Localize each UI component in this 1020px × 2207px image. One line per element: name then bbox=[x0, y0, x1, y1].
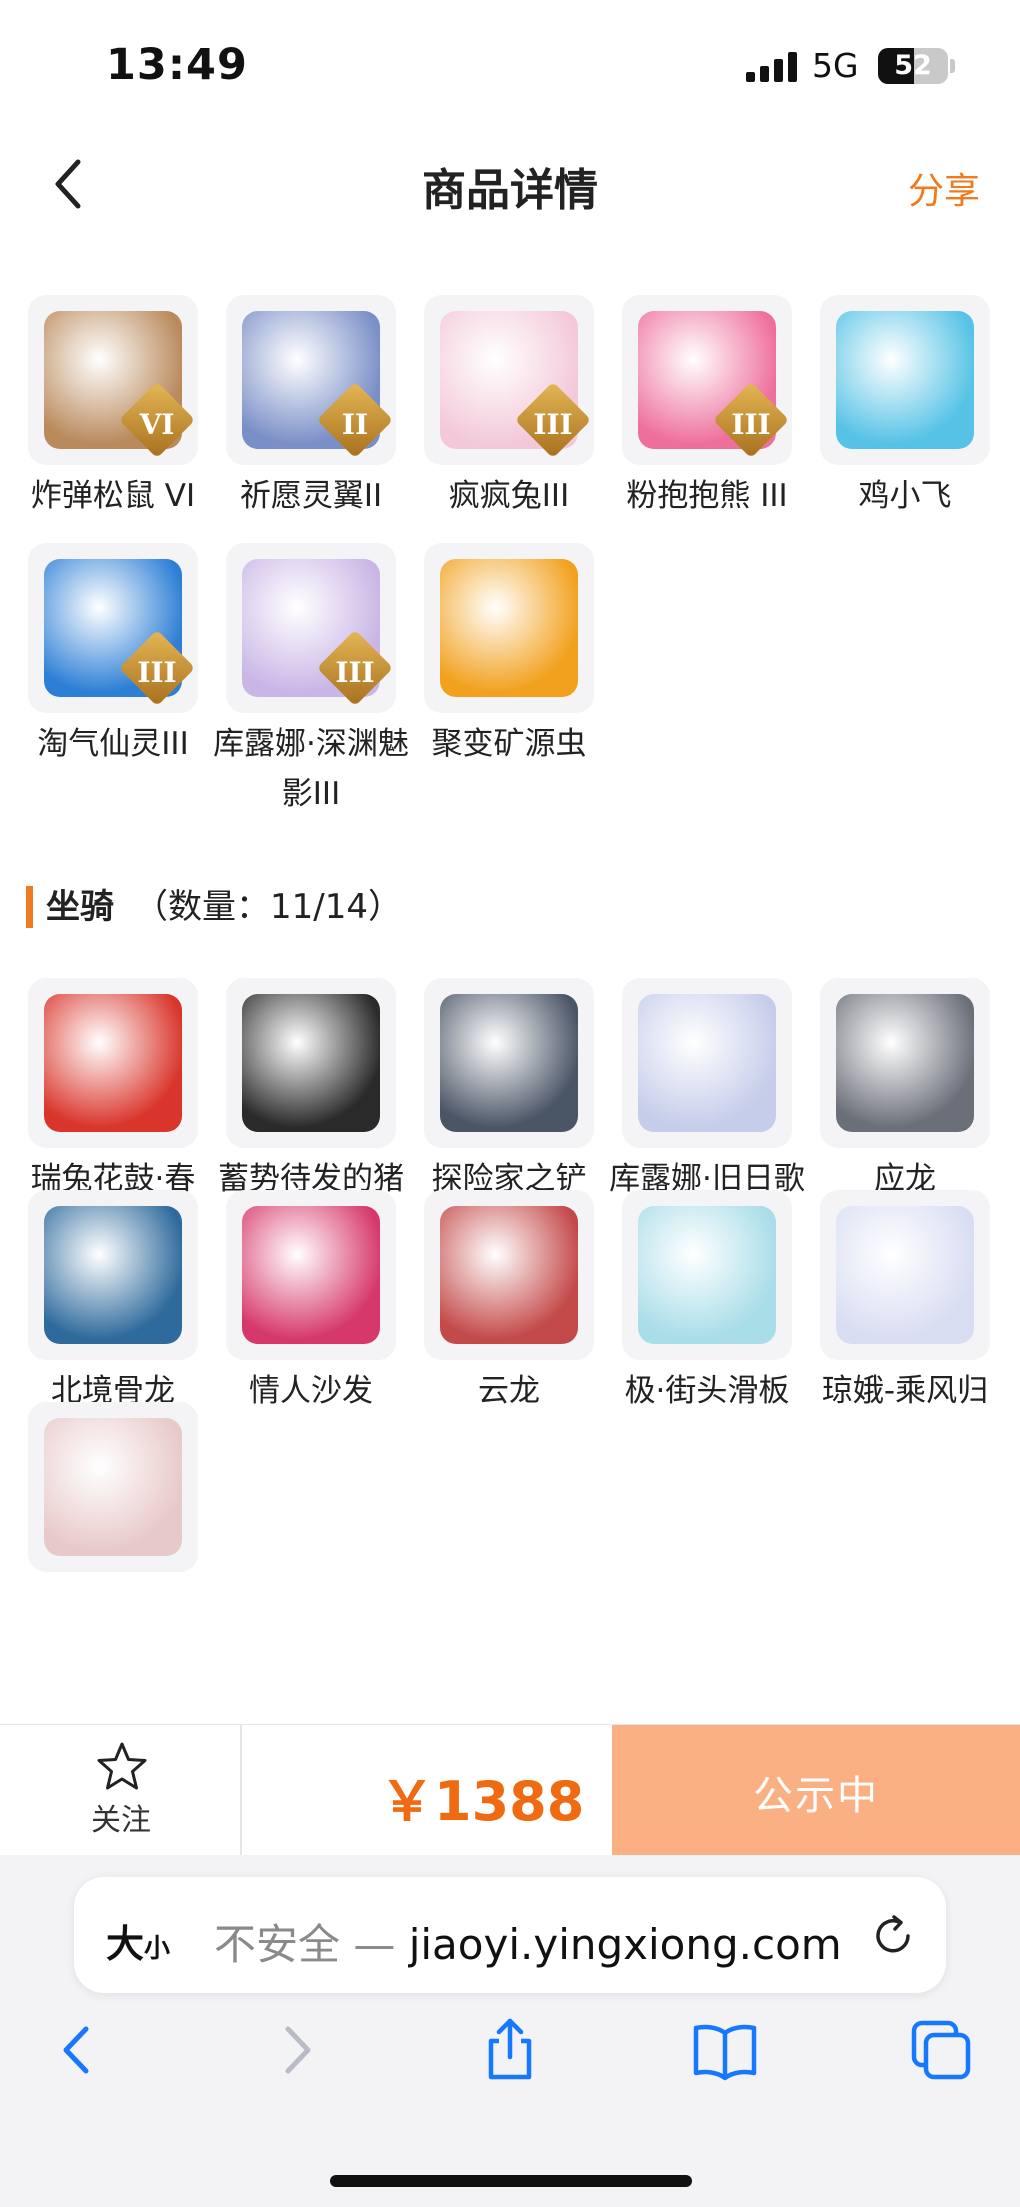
star-icon bbox=[97, 1742, 147, 1790]
item-name: 炸弹松鼠 VI bbox=[30, 478, 196, 514]
insecure-label: 不安全 — bbox=[214, 1920, 409, 1969]
text-size-small: 小 bbox=[144, 1934, 171, 1964]
browser-chrome: 大小 不安全 — jiaoyi.yingxiong.com bbox=[0, 1855, 1020, 2207]
battery-icon: 52 bbox=[878, 48, 948, 84]
url-bar[interactable]: 大小 不安全 — jiaoyi.yingxiong.com bbox=[74, 1877, 946, 1993]
pets-grid: VI 炸弹松鼠 VI II 祈愿灵翼II III 疯疯兔III III 粉抱抱熊 III 鸡小飞… bbox=[0, 295, 1020, 825]
item-image bbox=[242, 1206, 380, 1344]
section-count: （数量：11/14） bbox=[134, 887, 402, 927]
status-button[interactable]: 公示中 bbox=[612, 1725, 1020, 1855]
section-accent-bar bbox=[26, 886, 33, 928]
item-thumbnail: VI bbox=[28, 295, 198, 465]
item-thumbnail bbox=[226, 978, 396, 1148]
browser-forward-icon[interactable] bbox=[262, 2015, 332, 2085]
text-size-large: 大 bbox=[106, 1922, 145, 1966]
item-name: 祈愿灵翼II bbox=[239, 478, 383, 514]
follow-label: 关注 bbox=[91, 1803, 151, 1838]
item-name: 聚变矿源虫 bbox=[431, 726, 587, 762]
item-name: 情人沙发 bbox=[249, 1373, 373, 1409]
text-size-button[interactable]: 大小 bbox=[106, 1913, 170, 1968]
tabs-icon[interactable] bbox=[906, 2015, 976, 2085]
price: ￥1388 bbox=[380, 1770, 585, 1833]
browser-back-icon[interactable] bbox=[42, 2015, 112, 2085]
item-name: 库露娜·深渊魅影III bbox=[213, 726, 409, 812]
network-type: 5G bbox=[812, 46, 859, 85]
item-thumbnail bbox=[820, 295, 990, 465]
battery-tip bbox=[950, 59, 955, 73]
item-thumbnail bbox=[424, 978, 594, 1148]
item-thumbnail: III bbox=[226, 543, 396, 713]
item-name: 粉抱抱熊 III bbox=[626, 478, 788, 514]
item-image bbox=[440, 559, 578, 697]
grade-label: III bbox=[137, 656, 177, 689]
action-bar: 关注 ￥1388 公示中 bbox=[0, 1724, 1020, 1855]
item-thumbnail: III bbox=[28, 543, 198, 713]
item-name: 鸡小飞 bbox=[858, 478, 952, 514]
item-image bbox=[638, 994, 776, 1132]
item-name: 琼娥-乘风归 bbox=[821, 1373, 989, 1409]
grade-label: III bbox=[335, 656, 375, 689]
reload-icon[interactable] bbox=[870, 1913, 916, 1959]
item-image bbox=[836, 311, 974, 449]
grade-label: VI bbox=[139, 408, 175, 441]
share-button[interactable]: 分享 bbox=[908, 162, 980, 214]
bookmarks-icon[interactable] bbox=[690, 2015, 760, 2085]
item-thumbnail: III bbox=[622, 295, 792, 465]
nav-header: 商品详情 分享 bbox=[0, 130, 1020, 240]
item-name: 极·街头滑板 bbox=[624, 1373, 790, 1409]
home-indicator bbox=[330, 2175, 692, 2187]
item-image bbox=[638, 1206, 776, 1344]
status-bar: 13:49 5G 52 bbox=[0, 0, 1020, 130]
share-sheet-icon[interactable] bbox=[475, 2015, 545, 2085]
url-text: 不安全 — jiaoyi.yingxiong.com bbox=[214, 1911, 842, 1972]
item-thumbnail bbox=[622, 978, 792, 1148]
item-image bbox=[44, 1206, 182, 1344]
status-time: 13:49 bbox=[106, 40, 248, 90]
follow-button[interactable]: 关注 bbox=[0, 1725, 242, 1855]
battery-level: 52 bbox=[894, 50, 932, 81]
item-thumbnail bbox=[226, 1190, 396, 1360]
section-title: 坐骑 bbox=[46, 887, 114, 927]
item-image bbox=[440, 994, 578, 1132]
item-thumbnail bbox=[28, 1402, 198, 1572]
page-title: 商品详情 bbox=[422, 165, 598, 216]
item-image bbox=[440, 1206, 578, 1344]
grade-label: III bbox=[533, 408, 573, 441]
item-thumbnail bbox=[424, 1190, 594, 1360]
item-thumbnail: III bbox=[424, 295, 594, 465]
url-domain: jiaoyi.yingxiong.com bbox=[408, 1920, 842, 1969]
item-image bbox=[836, 994, 974, 1132]
item-image bbox=[44, 1418, 182, 1556]
item-thumbnail bbox=[622, 1190, 792, 1360]
item-name: 淘气仙灵III bbox=[37, 726, 189, 762]
signal-icon bbox=[746, 52, 797, 82]
item-image bbox=[44, 994, 182, 1132]
item-thumbnail bbox=[28, 1190, 198, 1360]
item-thumbnail bbox=[424, 543, 594, 713]
item-thumbnail bbox=[820, 978, 990, 1148]
item-thumbnail bbox=[28, 978, 198, 1148]
item-name: 疯疯兔III bbox=[448, 478, 570, 514]
status-button-label: 公示中 bbox=[753, 1773, 879, 1819]
grade-label: II bbox=[341, 408, 369, 441]
item-image bbox=[242, 994, 380, 1132]
item-name: 云龙 bbox=[478, 1373, 540, 1409]
item-thumbnail: II bbox=[226, 295, 396, 465]
chevron-left-icon[interactable] bbox=[40, 154, 100, 214]
item-image bbox=[836, 1206, 974, 1344]
grade-label: III bbox=[731, 408, 771, 441]
mounts-grid: 瑞兔花鼓·春蓄势待发的猪猪怪探险家之铲库露娜·旧日歌姬应龙北境骨龙情人沙发云龙极… bbox=[0, 978, 1020, 1724]
item-thumbnail bbox=[820, 1190, 990, 1360]
